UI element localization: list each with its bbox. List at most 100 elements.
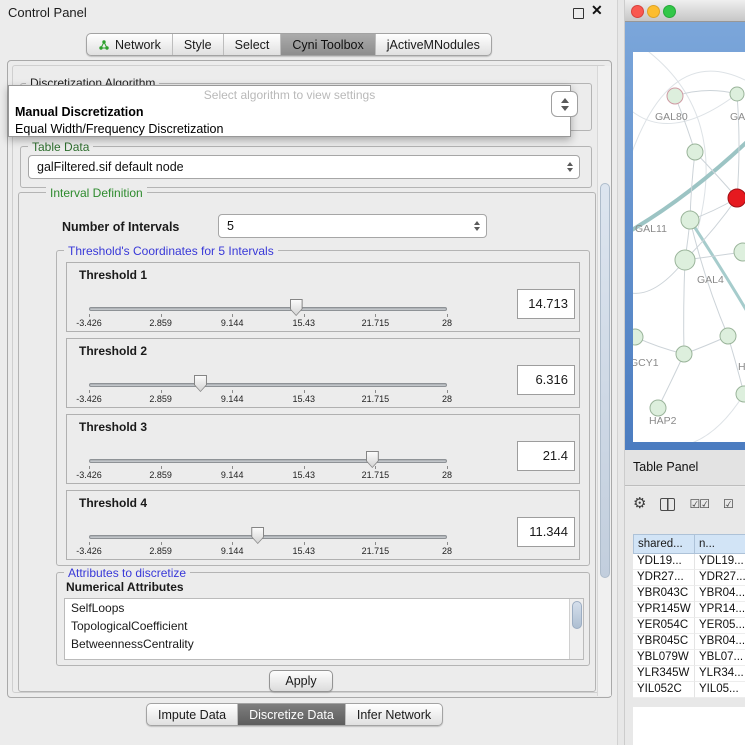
tab-style[interactable]: Style	[173, 34, 224, 55]
network-node-label: HAP2	[649, 415, 677, 427]
slider-thumb[interactable]	[366, 451, 379, 468]
attribute-list-item[interactable]: SelfLoops	[65, 599, 583, 617]
threshold-2-slider[interactable]: -3.4262.8599.14415.4321.71528	[89, 375, 447, 407]
apply-button[interactable]: Apply	[269, 670, 333, 692]
interval-definition-group-title: Interval Definition	[46, 186, 147, 200]
threshold-4-slider[interactable]: -3.4262.8599.14415.4321.71528	[89, 527, 447, 559]
select-rows-icon[interactable]: ☑	[723, 497, 733, 511]
table-row[interactable]: YPR145WYPR14...	[633, 602, 745, 618]
network-node[interactable]	[730, 87, 744, 101]
threshold-3-value[interactable]: 21.4	[517, 441, 575, 471]
tab-impute-data[interactable]: Impute Data	[147, 704, 238, 725]
network-window-titlebar[interactable]	[625, 0, 745, 22]
tab-cyni-toolbox-label: Cyni Toolbox	[292, 38, 363, 52]
network-edge	[649, 52, 706, 232]
tick-label: 28	[442, 318, 452, 328]
tick-mark	[447, 466, 448, 469]
threshold-4-value[interactable]: 11.344	[517, 517, 575, 547]
network-node[interactable]	[687, 144, 703, 160]
network-edge	[633, 71, 745, 180]
table-row[interactable]: YDR27...YDR27...	[633, 570, 745, 586]
column-header-shared-name[interactable]: shared...	[633, 534, 695, 554]
table-panel: ⚙ ☑☑ ☑ shared... n... YDL19...YDL19...YD…	[625, 487, 745, 745]
gear-icon[interactable]: ⚙	[633, 495, 646, 513]
table-row[interactable]: YDL19...YDL19...	[633, 554, 745, 570]
tab-jactivemnodules[interactable]: jActiveMNodules	[376, 34, 491, 55]
tick-label: 2.859	[149, 318, 172, 328]
table-cell: YDL19...	[695, 554, 745, 570]
tab-discretize-data[interactable]: Discretize Data	[238, 704, 346, 725]
attributes-scrollbar-thumb[interactable]	[572, 601, 582, 629]
slider-thumb[interactable]	[290, 299, 303, 316]
network-node[interactable]	[675, 250, 695, 270]
table-cell: YER05...	[695, 618, 745, 634]
tick-mark	[232, 542, 233, 545]
control-panel-scrollbar[interactable]	[597, 66, 611, 696]
table-row[interactable]: YLR345WYLR34...	[633, 666, 745, 682]
table-row[interactable]: YBL079WYBL07...	[633, 650, 745, 666]
threshold-1-value[interactable]: 14.713	[517, 289, 575, 319]
zoom-traffic-light-icon[interactable]	[663, 5, 676, 18]
threshold-1-slider[interactable]: -3.4262.8599.14415.4321.71528	[89, 299, 447, 331]
algorithm-combo-arrows[interactable]	[551, 91, 578, 117]
tab-select[interactable]: Select	[224, 34, 282, 55]
table-row[interactable]: YER054CYER05...	[633, 618, 745, 634]
dropdown-item-equal-width-frequency[interactable]: Equal Width/Frequency Discretization	[15, 121, 564, 137]
table-row[interactable]: YIL052CYIL05...	[633, 682, 745, 698]
panel-divider[interactable]	[617, 0, 625, 745]
slider-track[interactable]	[89, 383, 447, 387]
tab-select-label: Select	[235, 38, 270, 52]
slider-thumb[interactable]	[251, 527, 264, 544]
tick-mark	[375, 314, 376, 317]
attribute-list-item[interactable]: BetweennessCentrality	[65, 635, 583, 653]
column-header-name[interactable]: n...	[695, 534, 745, 554]
slider-track[interactable]	[89, 535, 447, 539]
network-view-window: GAL80GAGAL11GAL4GCY1HHAP2	[625, 0, 745, 450]
float-window-icon[interactable]	[573, 8, 584, 19]
network-node[interactable]	[667, 88, 683, 104]
table-data-combobox[interactable]: galFiltered.sif default node	[28, 155, 580, 179]
network-node[interactable]	[633, 329, 643, 345]
table-row[interactable]: YBR043CYBR04...	[633, 586, 745, 602]
network-node[interactable]	[736, 386, 745, 402]
network-edge	[684, 260, 685, 354]
slider-thumb[interactable]	[194, 375, 207, 392]
minimize-traffic-light-icon[interactable]	[647, 5, 660, 18]
tick-mark	[89, 542, 90, 545]
table-row[interactable]: YBR045CYBR04...	[633, 634, 745, 650]
tab-style-label: Style	[184, 38, 212, 52]
table-data-selected-value: galFiltered.sif default node	[37, 156, 184, 178]
table-data-group-title: Table Data	[28, 140, 93, 154]
network-node-label: GA	[730, 111, 745, 123]
tick-mark	[89, 314, 90, 317]
tab-infer-network[interactable]: Infer Network	[346, 704, 442, 725]
attribute-list-item[interactable]: TopologicalCoefficient	[65, 617, 583, 635]
table-cell: YIL05...	[695, 682, 745, 698]
dropdown-item-manual-discretization[interactable]: Manual Discretization	[15, 104, 564, 120]
network-node[interactable]	[681, 211, 699, 229]
select-all-icon[interactable]: ☑☑	[689, 497, 709, 511]
close-icon[interactable]: ✕	[591, 2, 603, 19]
tick-mark	[375, 542, 376, 545]
threshold-3-slider[interactable]: -3.4262.8599.14415.4321.71528	[89, 451, 447, 483]
network-node[interactable]	[734, 243, 745, 261]
network-canvas[interactable]: GAL80GAGAL11GAL4GCY1HHAP2	[633, 52, 745, 442]
tick-label: -3.426	[76, 394, 102, 404]
columns-icon[interactable]	[660, 498, 675, 511]
network-node[interactable]	[650, 400, 666, 416]
threshold-2-value[interactable]: 6.316	[517, 365, 575, 395]
slider-track[interactable]	[89, 459, 447, 463]
tab-cyni-toolbox[interactable]: Cyni Toolbox	[281, 34, 375, 55]
control-panel-scrollbar-thumb[interactable]	[600, 183, 610, 578]
tick-mark	[304, 542, 305, 545]
control-panel-window: Control Panel ✕ Network Style Select Cyn…	[0, 0, 618, 745]
network-node[interactable]	[720, 328, 736, 344]
attributes-scrollbar[interactable]	[569, 599, 583, 659]
slider-track[interactable]	[89, 307, 447, 311]
number-of-intervals-combobox[interactable]: 5	[218, 214, 487, 238]
network-node[interactable]	[728, 189, 745, 207]
network-node[interactable]	[676, 346, 692, 362]
tab-network[interactable]: Network	[87, 34, 173, 55]
tick-mark	[161, 542, 162, 545]
close-traffic-light-icon[interactable]	[631, 5, 644, 18]
